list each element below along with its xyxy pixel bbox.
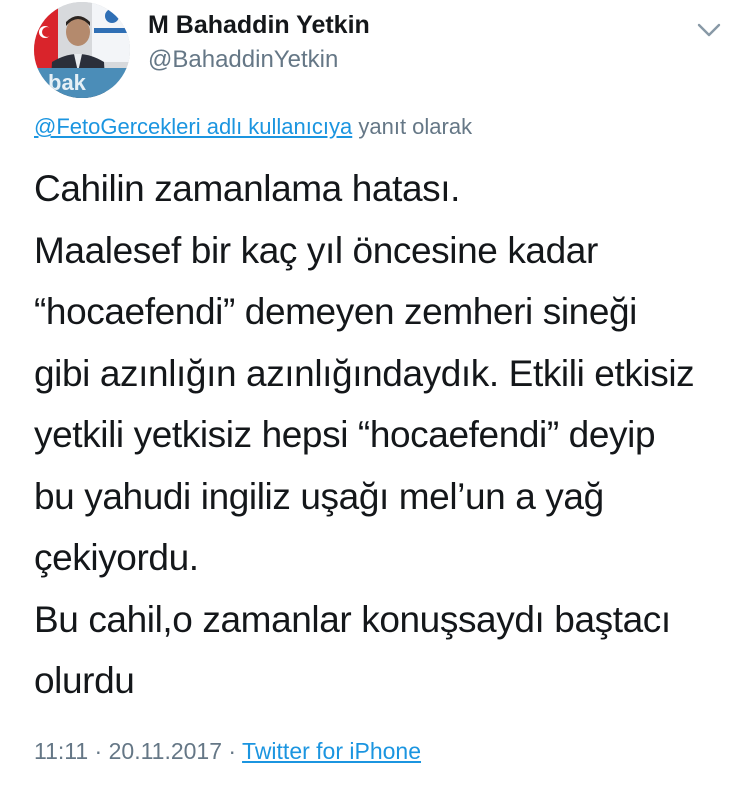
tweet-time: 11:11 bbox=[34, 738, 89, 764]
meta-separator: · bbox=[222, 738, 243, 764]
tweet-text: Cahilin zamanlama hatası. Maalesef bir k… bbox=[34, 168, 695, 701]
meta-separator: · bbox=[88, 738, 109, 764]
reply-to-link[interactable]: @FetoGercekleri adlı kullanıcıya bbox=[34, 114, 352, 139]
tweet-meta: 11:11 · 20.11.2017 · Twitter for iPhone bbox=[34, 738, 421, 765]
display-name[interactable]: M Bahaddin Yetkin bbox=[148, 11, 370, 40]
profile-photo-icon: bak bbox=[34, 2, 130, 98]
reply-context: @FetoGercekleri adlı kullanıcıya yanıt o… bbox=[34, 114, 472, 140]
avatar[interactable]: bak bbox=[34, 2, 130, 98]
tweet-date: 20.11.2017 bbox=[108, 738, 223, 764]
svg-text:bak: bak bbox=[48, 70, 87, 95]
chevron-down-icon bbox=[697, 23, 721, 37]
reply-suffix: yanıt olarak bbox=[352, 114, 473, 139]
tweet-source-link[interactable]: Twitter for iPhone bbox=[242, 738, 421, 764]
user-handle[interactable]: @BahaddinYetkin bbox=[148, 46, 338, 74]
more-options-button[interactable] bbox=[696, 20, 722, 40]
tweet-detail: bak M Bahaddin Yetkin @BahaddinYetkin @F… bbox=[0, 0, 750, 786]
